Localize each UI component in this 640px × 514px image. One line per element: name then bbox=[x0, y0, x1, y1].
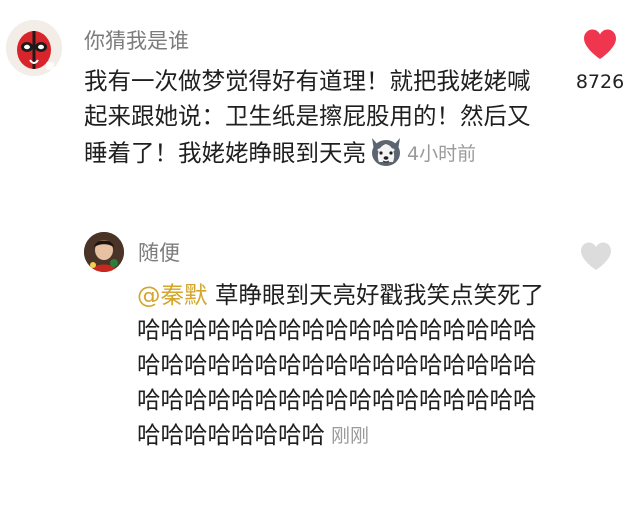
comment-username[interactable]: 你猜我是谁 bbox=[84, 26, 189, 56]
reply-username[interactable]: 随便 bbox=[138, 238, 180, 268]
avatar[interactable] bbox=[6, 20, 62, 76]
reply-time: 刚刚 bbox=[331, 425, 370, 447]
heart-outline-icon[interactable] bbox=[579, 241, 613, 271]
like-button[interactable]: 8726 bbox=[564, 28, 636, 94]
husky-dog-icon bbox=[368, 134, 404, 168]
reply-text: @秦默 草睁眼到天亮好戳我笑点笑死了哈哈哈哈哈哈哈哈哈哈哈哈哈哈哈哈哈哈哈哈哈哈… bbox=[137, 278, 557, 454]
comment-time: 4小时前 bbox=[407, 143, 477, 165]
comment-text: 我有一次做梦觉得好有道理！就把我姥姥喊起来跟她说：卫生纸是擦屁股用的！然后又睡着… bbox=[84, 64, 540, 172]
heart-filled-icon[interactable] bbox=[582, 28, 618, 60]
person-avatar-icon bbox=[84, 232, 124, 272]
like-count: 8726 bbox=[575, 71, 625, 93]
deadpool-avatar-icon bbox=[6, 20, 62, 76]
mention-link[interactable]: @秦默 bbox=[137, 281, 208, 309]
reply-avatar[interactable] bbox=[84, 232, 124, 272]
